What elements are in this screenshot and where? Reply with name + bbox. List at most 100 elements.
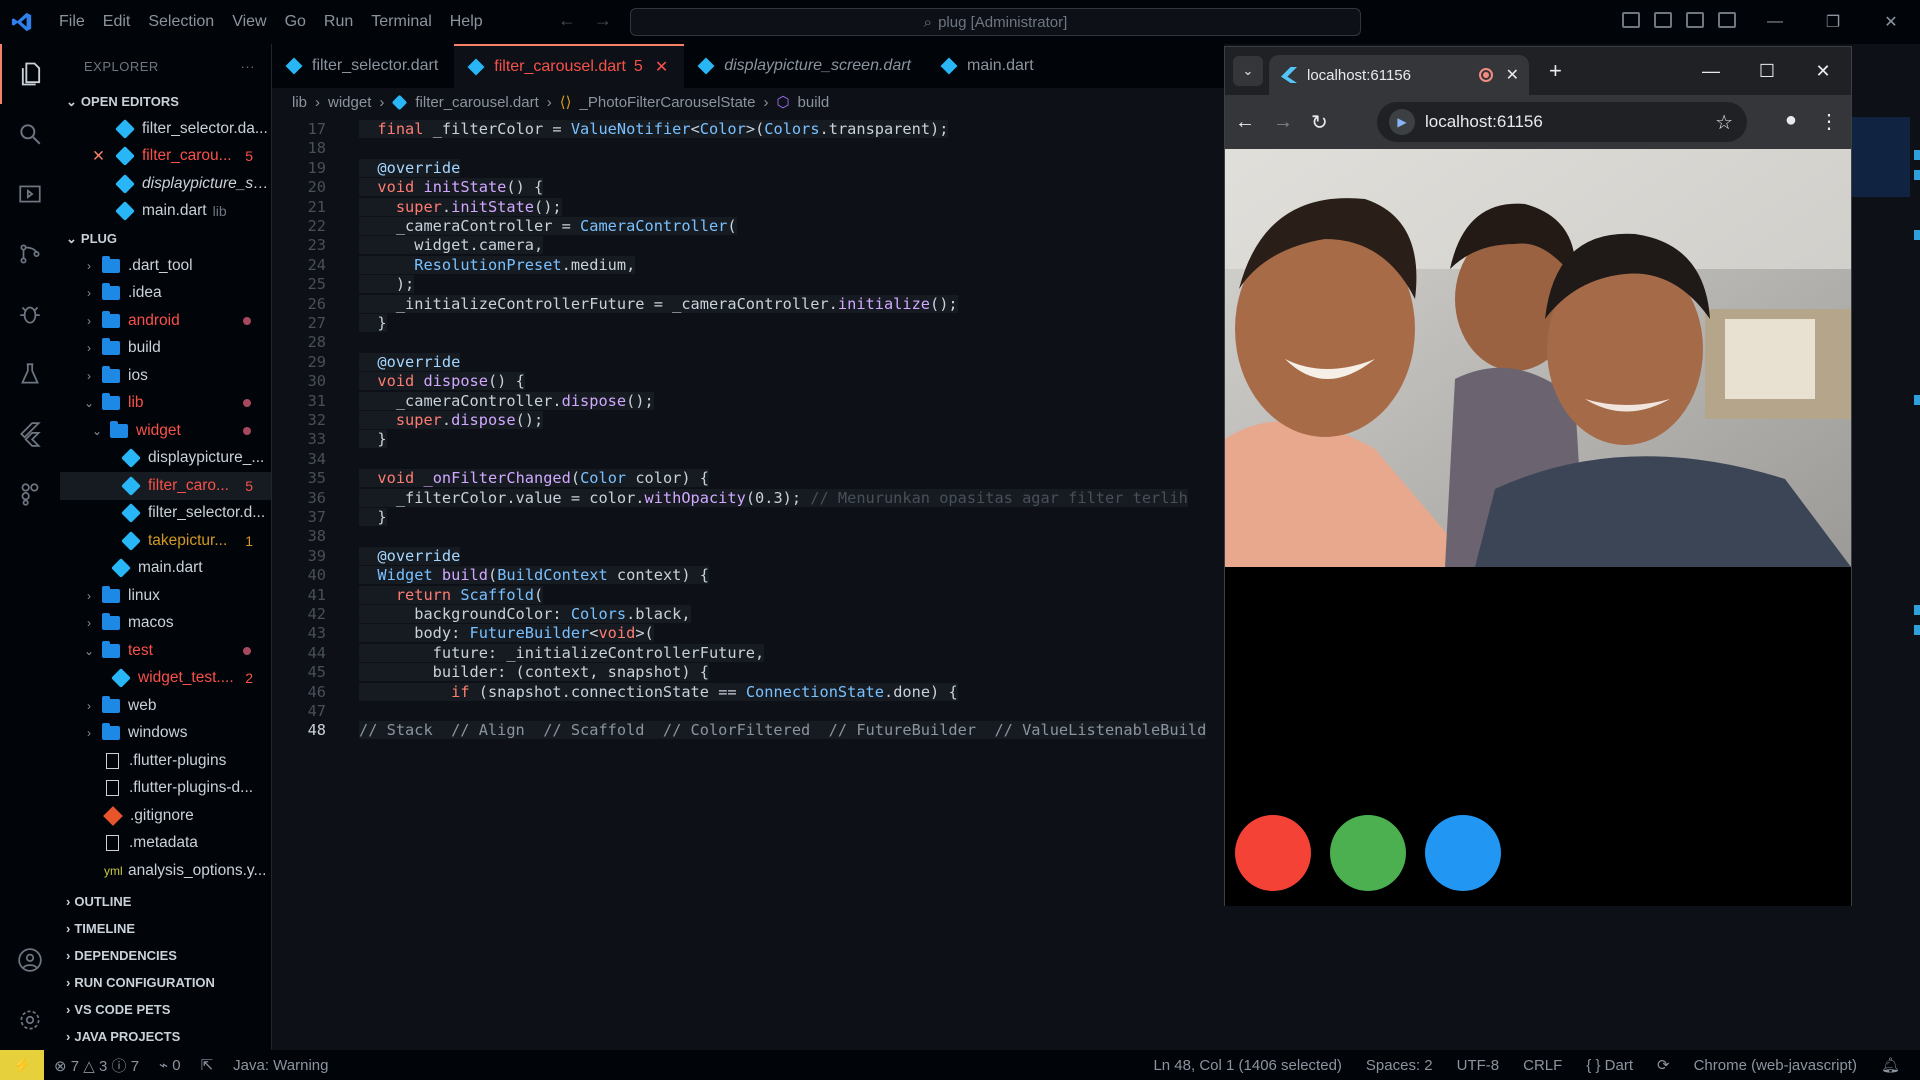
settings-gear-icon[interactable] [0,990,60,1050]
tab-displaypicture-screen[interactable]: displaypicture_screen.dart [684,44,927,88]
code-line[interactable]: } [359,508,387,526]
menu-run[interactable]: Run [315,13,362,31]
code-line[interactable]: @override [359,546,461,565]
java-run-icon[interactable]: ⇱ [201,1056,214,1074]
notifications-bell-icon[interactable]: 🔔︎ [1881,1056,1900,1074]
close-icon[interactable]: ✕ [1862,0,1920,44]
code-line[interactable]: ResolutionPreset.medium, [359,255,636,274]
ports-indicator[interactable]: ⌁ 0 [159,1056,181,1074]
new-tab-icon[interactable]: + [1549,58,1562,84]
timeline-section[interactable]: › TIMELINE [60,915,271,942]
code-line[interactable]: if (snapshot.connectionState == Connecti… [359,682,958,701]
close-icon[interactable]: ✕ [1795,47,1851,95]
tree-file[interactable]: .metadata [60,830,271,858]
breadcrumb-item[interactable]: _PhotoFilterCarouselState [580,94,756,111]
code-line[interactable]: backgroundColor: Colors.black, [359,605,691,623]
extensions-icon[interactable] [0,464,60,524]
testing-flask-icon[interactable] [0,344,60,404]
code-line[interactable]: final _filterColor = ValueNotifier<Color… [359,120,949,138]
back-arrow-icon[interactable]: ← [558,10,576,31]
code-line[interactable]: } [359,430,387,449]
tree-file[interactable]: .flutter-plugins [60,747,271,775]
code-line[interactable]: ); [359,275,415,294]
filter-color-button[interactable] [1425,815,1501,891]
filter-color-button[interactable] [1235,815,1311,891]
encoding[interactable]: UTF-8 [1457,1057,1500,1074]
code-line[interactable]: body: FutureBuilder<void>( [359,624,654,643]
open-editor-item[interactable]: ✕ filter_carou... 5 [60,143,271,171]
tree-file[interactable]: takepictur... 1 [60,527,271,555]
menu-file[interactable]: File [50,13,94,31]
run-debug-icon[interactable] [0,164,60,224]
tree-folder[interactable]: ⌄ test [60,637,271,665]
tree-file[interactable]: displaypicture_... [60,445,271,473]
breadcrumb-item[interactable]: filter_carousel.dart [415,94,538,111]
filter-color-button[interactable] [1330,815,1406,891]
open-editors-section[interactable]: ⌄ OPEN EDITORS [60,88,271,115]
toggle-sidebar-icon[interactable] [1622,12,1640,28]
site-info-camera-icon[interactable]: ▶ [1389,109,1415,135]
code-line[interactable]: future: _initializeControllerFuture, [359,643,765,662]
tree-file[interactable]: .flutter-plugins-d... [60,775,271,803]
code-line[interactable]: widget.camera, [359,236,544,255]
indentation[interactable]: Spaces: 2 [1366,1057,1433,1074]
code-line[interactable]: return Scaffold( [359,585,544,604]
tab-filter-carousel[interactable]: filter_carousel.dart 5 ✕ [454,44,685,88]
tree-file[interactable]: filter_selector.d... [60,500,271,528]
breadcrumb-item[interactable]: build [798,94,830,111]
tree-folder[interactable]: ⌄ lib [60,390,271,418]
code-line[interactable]: @override [359,352,461,371]
bug-icon[interactable] [0,284,60,344]
menu-help[interactable]: Help [441,13,492,31]
tree-folder[interactable]: › build [60,335,271,363]
close-icon[interactable]: ✕ [92,147,114,166]
source-control-icon[interactable] [0,224,60,284]
minimize-icon[interactable]: — [1746,0,1804,44]
vscode-pets-section[interactable]: › VS CODE PETS [60,996,271,1023]
tree-folder[interactable]: › linux [60,582,271,610]
problems-indicator[interactable]: ⊗ 7 △ 3 ⓘ 7 [54,1055,139,1076]
dependencies-section[interactable]: › DEPENDENCIES [60,942,271,969]
account-icon[interactable] [0,930,60,990]
remote-indicator-icon[interactable]: ⚡ [0,1050,44,1080]
explorer-icon[interactable] [0,44,60,104]
back-arrow-icon[interactable]: ← [1235,111,1255,134]
forward-arrow-icon[interactable]: → [594,10,612,31]
command-center-search[interactable]: ⌕ plug [Administrator] [630,8,1361,36]
tab-search-dropdown-icon[interactable]: ⌄ [1233,56,1263,86]
tree-file[interactable]: main.dart [60,555,271,583]
code-line[interactable]: void dispose() { [359,372,525,391]
toggle-secondary-sidebar-icon[interactable] [1686,12,1704,28]
customize-layout-icon[interactable] [1718,12,1736,28]
code-editor[interactable]: 17 final _filterColor = ValueNotifier<Co… [272,120,1224,880]
code-line[interactable]: _filterColor.value = color.withOpacity(0… [359,488,1188,507]
tree-file[interactable]: widget_test.... 2 [60,665,271,693]
tree-folder[interactable]: › .idea [60,280,271,308]
menu-selection[interactable]: Selection [139,13,223,31]
language-mode[interactable]: { } Dart [1586,1057,1633,1074]
code-line[interactable]: _cameraController.dispose(); [359,391,654,410]
toggle-panel-icon[interactable] [1654,12,1672,28]
address-bar[interactable]: ▶ localhost:61156 ☆ [1377,102,1747,142]
maximize-icon[interactable]: ☐ [1739,47,1795,95]
line-ending[interactable]: CRLF [1523,1057,1562,1074]
tree-folder[interactable]: ⌄ widget [60,417,271,445]
menu-terminal[interactable]: Terminal [362,13,440,31]
open-editor-item[interactable]: main.dart lib [60,198,271,226]
tree-folder[interactable]: › macos [60,610,271,638]
code-line[interactable]: void _onFilterChanged(Color color) { [359,469,710,488]
forward-arrow-icon[interactable]: → [1273,111,1293,134]
sync-icon[interactable]: ⟳ [1657,1056,1670,1074]
tree-file[interactable]: yml analysis_options.y... [60,857,271,885]
tree-folder[interactable]: › web [60,692,271,720]
device-selector[interactable]: Chrome (web-javascript) [1694,1057,1857,1074]
open-editor-item[interactable]: filter_selector.da... [60,115,271,143]
tree-file[interactable]: .gitignore [60,802,271,830]
tree-file[interactable]: filter_caro... 5 [60,472,271,500]
browser-tab[interactable]: localhost:61156 ✕ [1269,55,1529,95]
code-line[interactable]: } [359,314,387,332]
breadcrumb-item[interactable]: lib [292,94,307,111]
code-line[interactable]: Widget build(BuildContext context) { [359,566,710,585]
menu-view[interactable]: View [223,13,275,31]
more-menu-icon[interactable]: ⋮ [1819,109,1839,134]
